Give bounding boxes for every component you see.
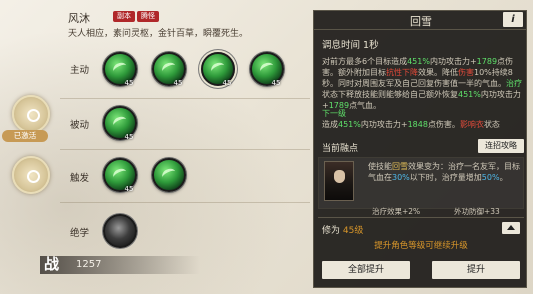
text-segment: 治疗 [506,79,522,88]
category-passive-icon[interactable] [12,95,50,133]
level-divider [318,217,524,218]
skill-detail-panel: 回雪 i 调息时间 1秒 对前方最多6个目标造成451%内功攻击力+1789点伤… [313,10,527,288]
row-divider [60,149,310,150]
text-segment: 451% [338,120,361,129]
row-divider [60,202,310,203]
cultivation-level: 修为 45级 [322,223,363,236]
power-value: 1257 [76,259,102,270]
fusion-effect-text: 使技能回雪效果变为：治疗一名友军，目标气血在30%以下时，治疗量增加50%。 [368,161,520,183]
skill-level: 45 [124,133,134,141]
level-value: 45级 [342,226,364,236]
text-segment: 内功攻击力+ [429,57,477,66]
current-fusion-title: 当前融点 [322,144,359,154]
stat-defense: 外功防御+33 [454,207,500,216]
info-button[interactable]: i [503,12,523,27]
text-segment: 对前方最多6个目标造成 [322,57,408,66]
row-label-active: 主动 [70,65,90,76]
tag-dungeon: 副本 [113,11,135,22]
equipped-badge: 已激活 [2,130,48,142]
text-segment: 使技能 [368,162,392,171]
background-brushstroke [0,0,330,294]
text-segment: 状态 [483,120,500,129]
text-segment: 451% [458,90,481,99]
row-label-trigger: 触发 [70,173,90,184]
skill-level: 45 [271,79,281,87]
combo-guide-button[interactable]: 连招攻略 [478,139,524,153]
skill-icon-trigger-2[interactable] [152,158,186,192]
text-segment: 30% [392,173,410,182]
row-divider [60,98,310,99]
tag-pvp: 腾怪 [137,11,159,22]
school-description: 天人相应，素问灵枢，金针百草，瞬覆死生。 [68,29,249,39]
stat-healing: 治疗效果+2% [372,207,421,216]
power-label: 战 [44,255,60,273]
power-bar [40,256,200,274]
cooldown-text: 调息时间 1秒 [322,40,379,51]
row-label-ultimate: 绝学 [70,228,90,239]
text-segment: 内功攻击力+ [360,120,408,129]
skill-level: 45 [124,79,134,87]
character-portrait[interactable] [324,161,354,201]
text-segment: 效果。降低 [418,68,458,77]
text-segment: 抗性下降 [386,68,418,77]
upgrade-all-button[interactable]: 全部提升 [322,261,410,279]
upgrade-arrow-icon[interactable] [502,222,520,234]
text-segment: 以下时，治疗量增加 [409,173,482,182]
panel-title: 回雪 [410,15,432,28]
text-segment: 影响衣 [459,120,484,129]
text-segment: 1789 [476,57,498,66]
next-level-label: 下一级 [322,109,346,118]
upgrade-hint: 提升角色等级可继续升级 [374,241,468,251]
school-name: 风沐 [68,12,90,25]
header-divider [314,29,526,30]
text-segment: 点伤害。 [427,120,460,129]
text-segment: 点气血。 [349,101,382,110]
category-trigger-icon[interactable] [12,156,50,194]
skill-level: 45 [222,79,232,87]
skill-level: 45 [173,79,183,87]
row-label-passive: 被动 [70,120,90,131]
text-segment: 状态下释放技能则能够给自己额外恢复 [322,90,458,99]
level-label: 修为 [322,226,341,236]
text-segment: 。 [499,173,508,182]
text-segment: 50% [481,173,500,182]
text-segment: 伤害 [458,68,474,77]
text-segment: 451% [407,57,430,66]
upgrade-button[interactable]: 提升 [432,261,520,279]
skill-icon-ultimate[interactable] [103,214,137,248]
skill-effect-description: 对前方最多6个目标造成451%内功攻击力+1789点伤害。额外附加目标抗性下降效… [322,56,522,111]
text-segment: 1848 [407,120,428,129]
text-segment: 回雪 [392,162,408,171]
text-segment: 造成 [322,120,338,129]
skill-level: 45 [124,185,134,193]
next-level-description: 造成451%内功攻击力+1848点伤害。影响衣状态 [322,119,522,130]
